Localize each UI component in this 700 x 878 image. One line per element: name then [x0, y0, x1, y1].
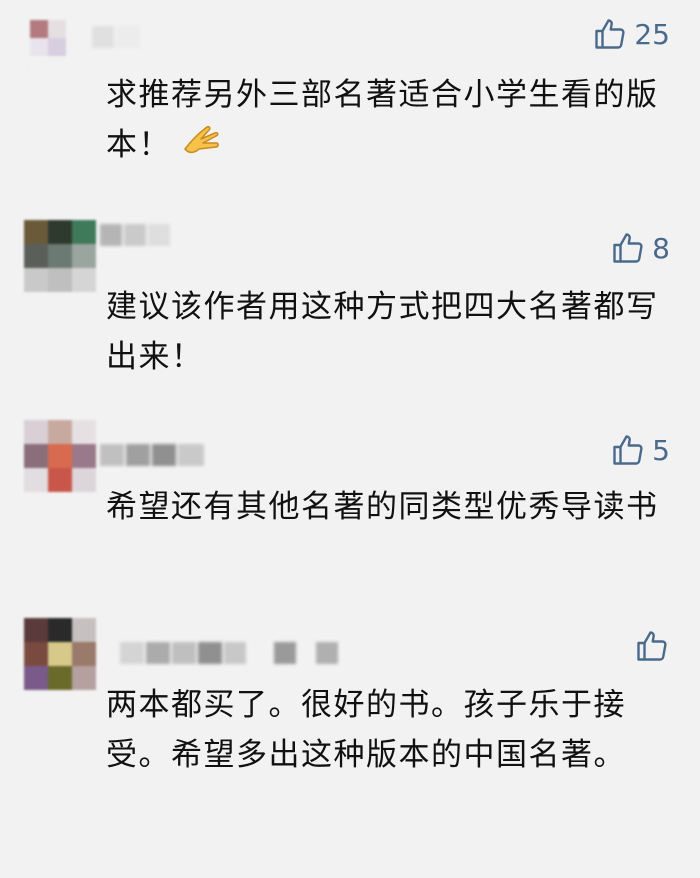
- avatar-pixel: [72, 444, 96, 468]
- avatar[interactable]: [24, 420, 96, 492]
- like-button[interactable]: 8: [610, 230, 670, 266]
- avatar-pixel: [30, 56, 48, 74]
- avatar-pixel: [48, 56, 66, 74]
- comment-text: 希望还有其他名著的同类型优秀导读书: [106, 489, 659, 525]
- ok-hand-emoji-icon: [181, 122, 221, 172]
- avatar[interactable]: [24, 220, 96, 292]
- comment-text: 两本都买了。很好的书。孩子乐于接受。希望多出这种版本的中国名著。: [106, 687, 626, 773]
- comment-text: 建议该作者用这种方式把四大名著都写出来！: [106, 289, 659, 375]
- avatar[interactable]: [24, 618, 96, 690]
- avatar-pixel: [72, 642, 96, 666]
- nickname[interactable]: [100, 442, 206, 468]
- avatar-pixel: [24, 268, 48, 292]
- avatar-pixel: [48, 666, 72, 690]
- thumbs-up-icon: [610, 432, 646, 468]
- avatar-pixel: [72, 420, 96, 444]
- comment-text: 求推荐另外三部名著适合小学生看的版本！: [106, 70, 666, 172]
- avatar-pixel: [48, 244, 72, 268]
- avatar-pixel: [24, 666, 48, 690]
- like-button[interactable]: [634, 628, 670, 664]
- avatar-pixel: [72, 618, 96, 642]
- avatar-pixel: [72, 220, 96, 244]
- avatar-pixel: [72, 468, 96, 492]
- avatar-pixel: [24, 420, 48, 444]
- avatar-pixel: [24, 468, 48, 492]
- avatar-pixel: [30, 20, 48, 38]
- like-button[interactable]: 5: [610, 432, 670, 468]
- avatar-pixel: [24, 444, 48, 468]
- avatar-pixel: [48, 20, 66, 38]
- avatar-pixel: [66, 38, 84, 56]
- avatar-pixel: [48, 468, 72, 492]
- avatar-pixel: [48, 444, 72, 468]
- avatar-pixel: [24, 220, 48, 244]
- nickname[interactable]: [120, 640, 340, 666]
- like-button[interactable]: 25: [592, 16, 670, 52]
- like-count: 5: [652, 433, 670, 467]
- avatar-pixel: [72, 268, 96, 292]
- avatar-pixel: [48, 38, 66, 56]
- like-count: 8: [652, 231, 670, 265]
- avatar[interactable]: [30, 20, 84, 74]
- avatar-pixel: [24, 642, 48, 666]
- avatar-pixel: [48, 420, 72, 444]
- avatar-pixel: [66, 56, 84, 74]
- avatar-pixel: [48, 618, 72, 642]
- like-count: 25: [634, 17, 670, 51]
- nickname[interactable]: [100, 222, 172, 248]
- avatar-pixel: [48, 268, 72, 292]
- avatar-pixel: [48, 220, 72, 244]
- thumbs-up-icon: [634, 628, 670, 664]
- avatar-pixel: [72, 666, 96, 690]
- thumbs-up-icon: [610, 230, 646, 266]
- avatar-pixel: [24, 618, 48, 642]
- avatar-pixel: [24, 244, 48, 268]
- thumbs-up-icon: [592, 16, 628, 52]
- nickname[interactable]: [92, 24, 142, 50]
- avatar-pixel: [30, 38, 48, 56]
- avatar-pixel: [66, 20, 84, 38]
- avatar-pixel: [72, 244, 96, 268]
- avatar-pixel: [48, 642, 72, 666]
